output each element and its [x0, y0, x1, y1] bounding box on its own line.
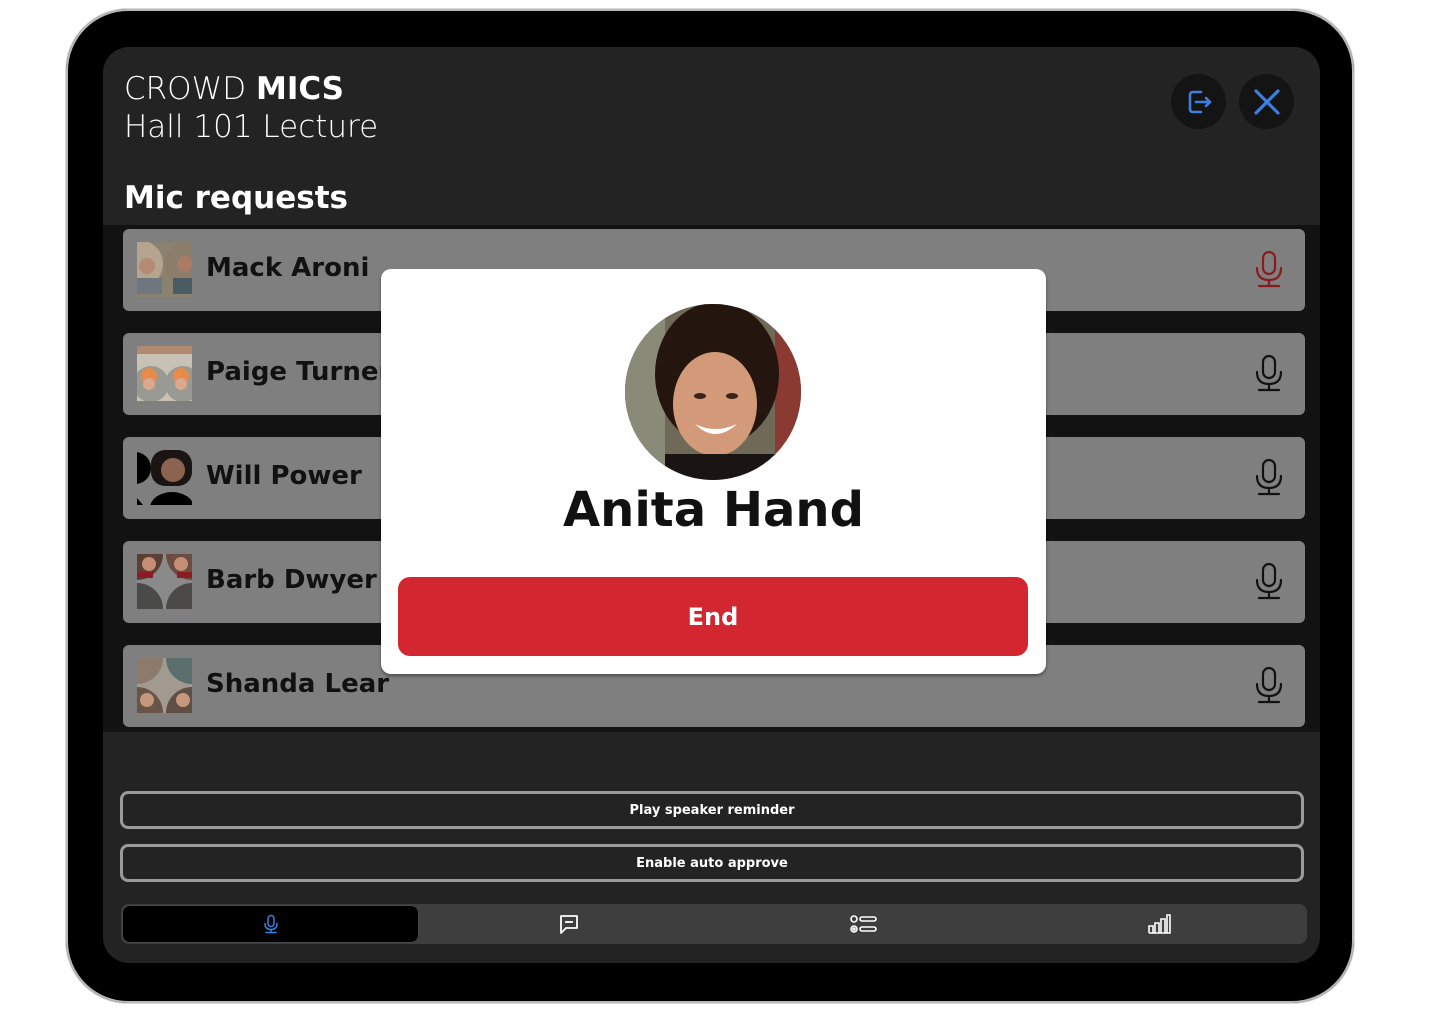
requester-name: Barb Dwyer	[206, 565, 377, 595]
avatar	[137, 346, 192, 401]
tab-chat[interactable]	[421, 904, 716, 944]
bar-chart-icon	[1148, 914, 1172, 934]
microphone-icon	[1255, 666, 1283, 704]
avatar	[137, 658, 192, 713]
microphone-icon	[1255, 354, 1283, 392]
app-brand: CROWD MICS	[124, 71, 344, 107]
microphone-icon	[1255, 562, 1283, 600]
mic-toggle[interactable]	[1253, 665, 1285, 710]
play-speaker-reminder-button[interactable]: Play speaker reminder	[120, 791, 1304, 829]
end-button[interactable]: End	[398, 577, 1028, 656]
exit-button[interactable]	[1171, 74, 1226, 129]
avatar	[137, 450, 192, 505]
mic-toggle[interactable]	[1253, 249, 1285, 294]
close-button[interactable]	[1239, 74, 1294, 129]
tab-mic-requests[interactable]	[122, 905, 420, 943]
requester-name: Shanda Lear	[206, 669, 390, 699]
brand-light: CROWD	[124, 71, 247, 107]
speaker-name: Anita Hand	[563, 482, 864, 538]
microphone-icon	[263, 914, 278, 934]
active-speaker-modal: Anita Hand End	[381, 269, 1046, 674]
mic-toggle[interactable]	[1253, 457, 1285, 502]
bottom-tab-bar	[121, 904, 1307, 944]
avatar	[137, 554, 192, 609]
tab-polls[interactable]	[717, 904, 1012, 944]
microphone-icon	[1255, 250, 1283, 288]
section-title: Mic requests	[124, 180, 348, 216]
tab-stats[interactable]	[1012, 904, 1307, 944]
close-icon	[1253, 88, 1280, 115]
requester-name: Mack Aroni	[206, 253, 370, 283]
chat-icon	[559, 915, 578, 934]
avatar	[137, 242, 192, 297]
microphone-icon	[1255, 458, 1283, 496]
requester-name: Paige Turner	[206, 357, 392, 387]
requester-name: Will Power	[206, 461, 362, 491]
enable-auto-approve-button[interactable]: Enable auto approve	[120, 844, 1304, 882]
speaker-avatar	[625, 304, 801, 480]
checklist-icon	[850, 915, 877, 933]
mic-toggle[interactable]	[1253, 353, 1285, 398]
brand-bold: MICS	[255, 71, 345, 107]
mic-toggle[interactable]	[1253, 561, 1285, 606]
exit-icon	[1188, 90, 1211, 113]
event-title: Hall 101 Lecture	[124, 109, 379, 145]
